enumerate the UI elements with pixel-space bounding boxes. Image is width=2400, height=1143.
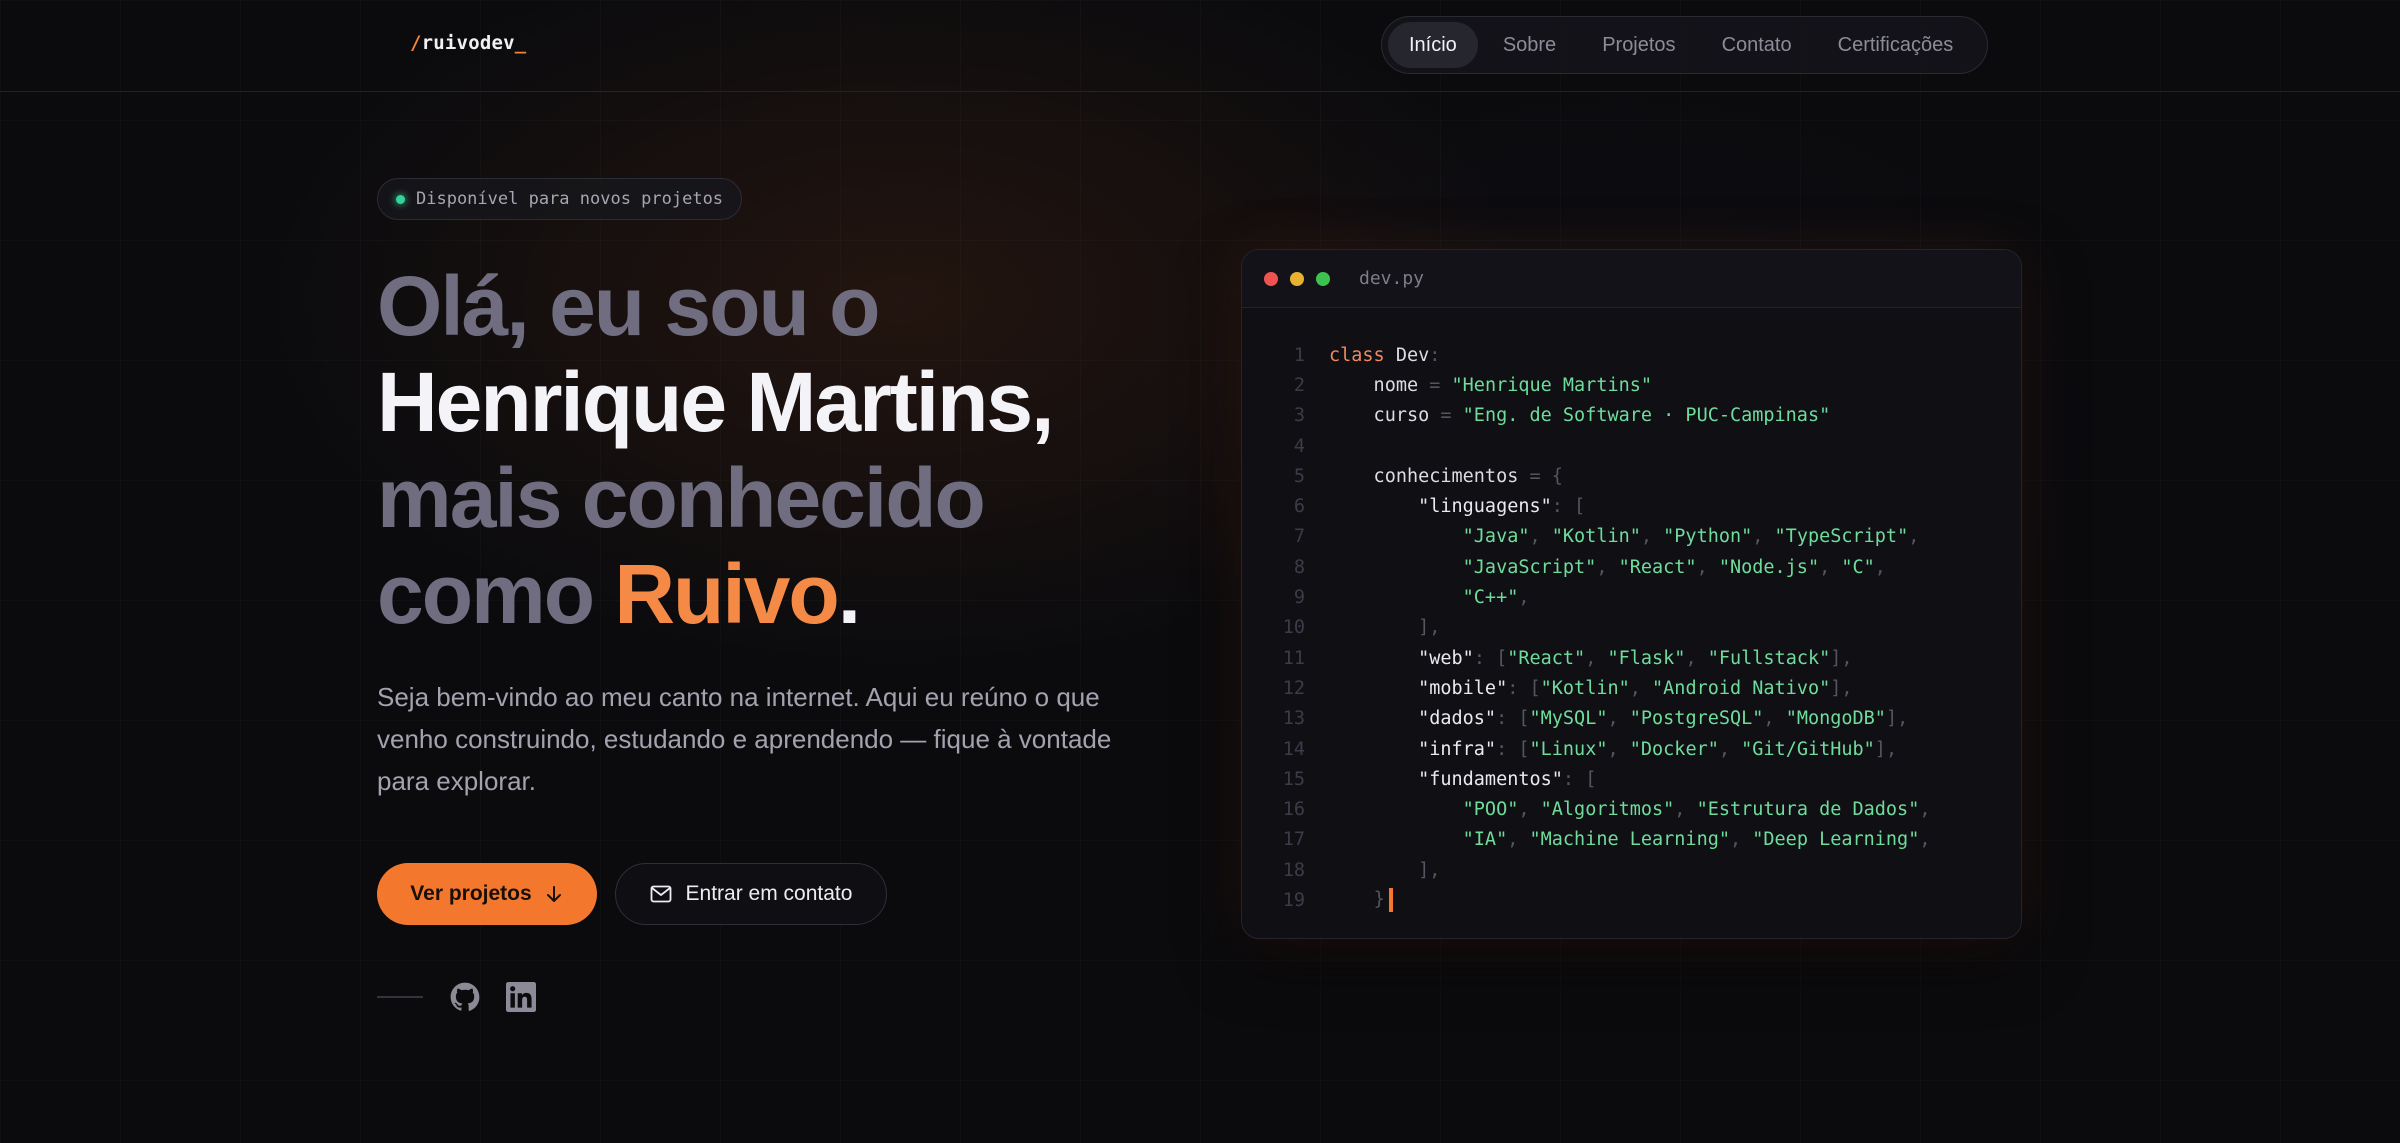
linkedin-icon[interactable] [506,982,536,1012]
line-number: 4 [1293,435,1305,457]
code-text: "IA", "Machine Learning", "Deep Learning… [1462,829,1931,851]
nav-item-inicio[interactable]: Início [1388,22,1478,68]
code-text: class Dev: [1329,344,1441,366]
code-body: 1 class Dev: 2 nome = "Henrique Martins" 3 … [1242,340,2021,916]
availability-text: Disponível para novos projetos [416,189,724,209]
line-number: 14 [1282,738,1305,760]
code-titlebar: dev.py [1242,250,2021,308]
code-line: 8 "JavaScript", "React", "Node.js", "C", [1242,552,2021,582]
view-projects-button[interactable]: Ver projetos [377,863,597,925]
code-text: } [1305,888,1393,913]
code-filename: dev.py [1359,268,1425,289]
title-nickname: Ruivo [614,547,839,641]
code-line: 7 "Java", "Kotlin", "Python", "TypeScrip… [1242,522,2021,552]
line-number: 1 [1293,344,1305,366]
arrow-down-icon [546,886,561,902]
line-number: 10 [1282,617,1305,639]
title-line-1: Olá, eu sou o [377,259,880,353]
view-projects-label: Ver projetos [410,882,532,905]
code-text: "infra": ["Linux", "Docker", "Git/GitHub… [1418,738,1898,760]
line-number: 5 [1293,465,1305,487]
maximize-dot-icon [1316,272,1330,286]
mail-icon [650,885,671,903]
title-prefix: como [377,547,615,641]
nav-item-projetos[interactable]: Projetos [1581,22,1696,68]
title-line-4: como Ruivo. [377,546,1052,642]
nav-item-certificacoes[interactable]: Certificações [1817,22,1975,68]
code-text: "JavaScript", "React", "Node.js", "C", [1462,556,1886,578]
code-line: 17 "IA", "Machine Learning", "Deep Learn… [1242,825,2021,855]
code-text: conhecimentos = { [1329,465,1563,487]
line-number: 12 [1282,677,1305,699]
code-text: nome = "Henrique Martins" [1329,374,1653,396]
line-number: 9 [1293,587,1305,609]
line-number: 16 [1282,799,1305,821]
code-line: 1 class Dev: [1242,340,2021,370]
code-line: 3 curso = "Eng. de Software · PUC-Campin… [1242,401,2021,431]
logo-cursor: _ [514,32,527,54]
line-number: 6 [1293,496,1305,518]
site-logo[interactable]: /ruivodev_ [410,32,526,54]
code-text: "dados": ["MySQL", "PostgreSQL", "MongoD… [1418,708,1909,730]
code-line: 14 "infra": ["Linux", "Docker", "Git/Git… [1242,734,2021,764]
close-dot-icon [1264,272,1278,286]
code-line: 4 [1242,431,2021,461]
code-line: 18 ], [1242,855,2021,885]
title-period: . [837,547,861,641]
line-number: 11 [1282,647,1305,669]
code-line: 13 "dados": ["MySQL", "PostgreSQL", "Mon… [1242,704,2021,734]
code-text: ], [1418,859,1441,881]
code-line: 12 "mobile": ["Kotlin", "Android Nativo"… [1242,673,2021,703]
code-text: "mobile": ["Kotlin", "Android Nativo"], [1418,677,1853,699]
nav-item-sobre[interactable]: Sobre [1482,22,1577,68]
line-number: 13 [1282,708,1305,730]
line-number: 18 [1282,859,1305,881]
line-number: 3 [1293,405,1305,427]
code-text: "web": ["React", "Flask", "Fullstack"], [1418,647,1853,669]
code-line: 19 } [1242,885,2021,915]
code-line: 6 "linguagens": [ [1242,491,2021,521]
page: /ruivodev_ Início Sobre Projetos Contato… [0,0,2400,1143]
title-name: Henrique Martins, [377,355,1054,449]
line-number: 17 [1282,829,1305,851]
code-line: 5 conhecimentos = { [1242,461,2021,491]
github-icon[interactable] [450,982,480,1012]
code-text: ], [1418,617,1441,639]
text-cursor [1388,888,1393,913]
main-nav: Início Sobre Projetos Contato Certificaç… [1381,16,1988,74]
hero-title: Olá, eu sou o Henrique Martins, mais con… [377,258,1054,642]
code-line: 2 nome = "Henrique Martins" [1242,370,2021,400]
code-text: "C++", [1462,587,1530,609]
site-header: /ruivodev_ Início Sobre Projetos Contato… [0,0,2400,92]
code-line: 9 "C++", [1242,582,2021,612]
contact-button[interactable]: Entrar em contato [615,863,887,925]
line-number: 7 [1293,526,1305,548]
minimize-dot-icon [1290,272,1304,286]
line-number: 8 [1293,556,1305,578]
code-text: "linguagens": [ [1418,496,1586,518]
code-window: dev.py 1 class Dev: 2 nome = "Henrique Mar… [1241,249,2022,939]
code-text: "fundamentos": [ [1418,768,1597,790]
background-grid [0,0,2400,1143]
code-line: 11 "web": ["React", "Flask", "Fullstack"… [1242,643,2021,673]
code-line: 15 "fundamentos": [ [1242,764,2021,794]
line-number: 19 [1282,889,1305,911]
logo-slash: / [410,32,422,54]
code-text: "POO", "Algoritmos", "Estrutura de Dados… [1462,799,1931,821]
code-text: "Java", "Kotlin", "Python", "TypeScript"… [1462,526,1920,548]
logo-text: ruivodev [421,32,515,54]
hero-description: Seja bem-vindo ao meu canto na internet.… [377,682,1112,796]
social-divider [377,996,423,998]
line-number: 15 [1282,768,1305,790]
code-line: 10 ], [1242,613,2021,643]
title-line-3: mais conhecido [377,451,986,545]
code-text: curso = "Eng. de Software · PUC-Campinas… [1329,405,1831,427]
code-line: 16 "POO", "Algoritmos", "Estrutura de Da… [1242,794,2021,824]
availability-badge: Disponível para novos projetos [377,178,742,220]
nav-item-contato[interactable]: Contato [1701,22,1813,68]
contact-label: Entrar em contato [685,882,853,905]
status-dot-icon [396,194,405,204]
line-number: 2 [1293,374,1305,396]
